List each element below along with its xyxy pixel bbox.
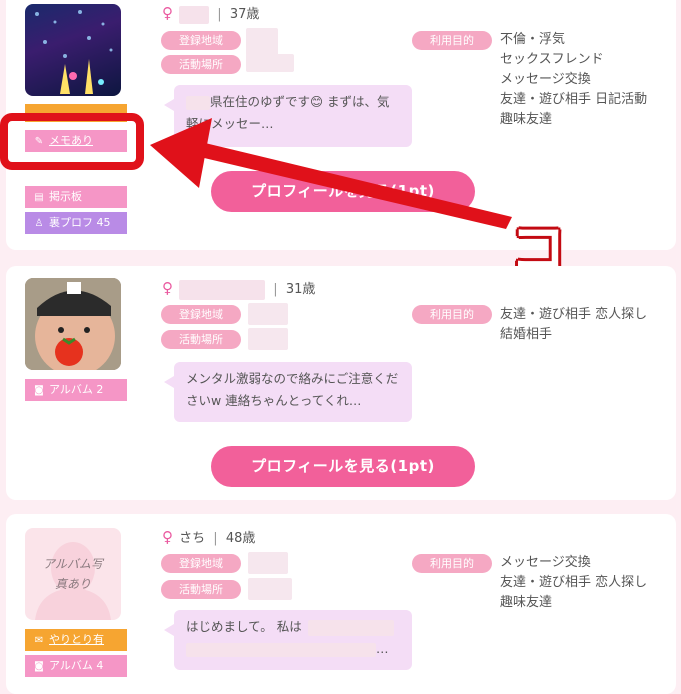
message-bubble: はじめまして。 私は … bbox=[164, 610, 412, 670]
mail-icon: ✉ bbox=[34, 635, 44, 646]
blurred-area bbox=[246, 54, 294, 72]
blurred-name bbox=[179, 279, 266, 300]
purpose-list: メッセージ交換 友達・遊び相手 恋人探し 趣味友達 bbox=[500, 555, 648, 610]
highlight-box bbox=[0, 113, 144, 170]
view-profile-button[interactable]: プロフィールを見る(1pt) bbox=[211, 171, 475, 212]
camera-icon: ◙ bbox=[34, 661, 44, 672]
age: 48歳 bbox=[225, 531, 256, 546]
exchanged-badge[interactable]: ✉ やりとり有 bbox=[25, 629, 127, 651]
album-badge[interactable]: ◙ アルバム 2 bbox=[25, 379, 127, 401]
person-icon: ♙ bbox=[34, 218, 44, 229]
message-bubble: メンタル激弱なので絡みにご注意くださいw 連絡ちゃんとってくれ… bbox=[164, 362, 412, 422]
avatar-image bbox=[25, 278, 121, 370]
registered-area-tag: 登録地域 bbox=[161, 31, 241, 50]
bulletin-board-badge[interactable]: ▤ 掲示板 bbox=[25, 186, 127, 208]
avatar-placeholder-text: アルバム写真あり bbox=[43, 557, 103, 591]
blurred-text bbox=[307, 619, 394, 636]
user-name: さち bbox=[179, 531, 206, 546]
name-age-line: ♀ | 31歳 bbox=[162, 278, 315, 300]
avatar-image bbox=[35, 10, 113, 94]
purpose-tag: 利用目的 bbox=[412, 305, 492, 324]
name-age-line: ♀ さち | 48歳 bbox=[162, 528, 256, 546]
blurred-area bbox=[246, 28, 278, 56]
blurred-area bbox=[248, 552, 288, 574]
avatar[interactable] bbox=[25, 4, 121, 96]
secret-profile-badge[interactable]: ♙ 裏プロフ 45 bbox=[25, 212, 127, 234]
activity-area-tag: 活動場所 bbox=[161, 580, 241, 599]
blurred-area bbox=[248, 578, 292, 600]
registered-area-tag: 登録地域 bbox=[161, 305, 241, 324]
document-icon: ▤ bbox=[34, 192, 44, 203]
avatar[interactable] bbox=[25, 278, 121, 370]
blurred-area bbox=[248, 303, 288, 325]
blurred-name bbox=[179, 5, 210, 24]
view-profile-button[interactable]: プロフィールを見る(1pt) bbox=[211, 446, 475, 487]
female-icon: ♀ bbox=[162, 528, 173, 546]
purpose-tag: 利用目的 bbox=[412, 31, 492, 50]
age: 37歳 bbox=[229, 7, 260, 22]
purpose-tag: 利用目的 bbox=[412, 554, 492, 573]
camera-icon: ◙ bbox=[34, 385, 44, 396]
blurred-text bbox=[186, 95, 210, 110]
avatar[interactable]: アルバム写真あり bbox=[25, 528, 121, 620]
activity-area-tag: 活動場所 bbox=[161, 330, 241, 349]
age: 31歳 bbox=[285, 282, 316, 297]
message-bubble: 県在住のゆずです😊 まずは、気軽にメッセー… bbox=[164, 85, 412, 147]
blurred-area bbox=[248, 328, 288, 350]
blurred-text bbox=[186, 642, 376, 657]
female-icon: ♀ bbox=[162, 279, 173, 297]
album-badge[interactable]: ◙ アルバム 4 bbox=[25, 655, 127, 677]
activity-area-tag: 活動場所 bbox=[161, 55, 241, 74]
purpose-list: 不倫・浮気 セックスフレンド メッセージ交換 友達・遊び相手 日記活動 趣味友達 bbox=[500, 32, 648, 127]
female-icon: ♀ bbox=[162, 4, 173, 22]
registered-area-tag: 登録地域 bbox=[161, 554, 241, 573]
purpose-list: 友達・遊び相手 恋人探し 結婚相手 bbox=[500, 307, 648, 342]
name-age-line: ♀ | 37歳 bbox=[162, 4, 260, 24]
